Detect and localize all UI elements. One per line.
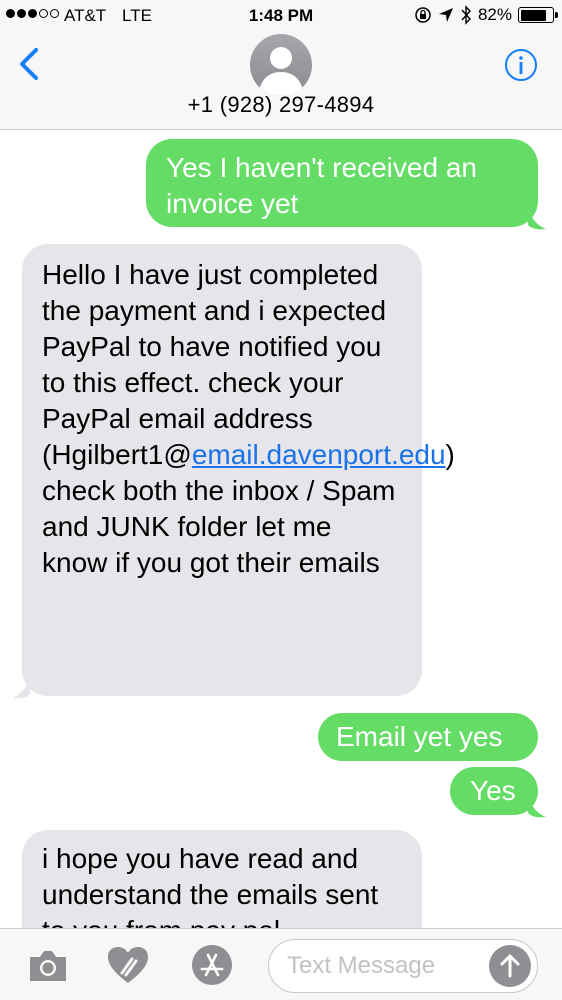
message-text: Yes <box>470 775 516 806</box>
message-input-field[interactable] <box>268 939 538 993</box>
bluetooth-icon <box>461 5 471 25</box>
arrow-up-icon <box>500 954 520 978</box>
sent-message-bubble[interactable]: Yes I haven't received an invoice yet <box>146 139 538 227</box>
bubble-tail <box>528 793 546 818</box>
bubble-tail <box>12 674 30 699</box>
received-message-bubble[interactable]: Hello I have just completed the payment … <box>22 244 455 696</box>
message-input[interactable] <box>287 950 487 982</box>
rotation-lock-icon <box>415 7 431 23</box>
received-message-bubble[interactable]: i hope you have read and understand the … <box>22 830 422 928</box>
battery-percent: 82% <box>477 5 512 24</box>
message-list[interactable]: Yes I haven't received an invoice yet He… <box>0 131 562 928</box>
conversation-header: +1 (928) 297-4894 <box>0 34 562 130</box>
person-silhouette-icon <box>258 47 304 96</box>
compose-bar <box>0 928 562 1000</box>
status-bar: AT&T LTE 1:48 PM 82% <box>0 0 562 34</box>
app-store-icon[interactable] <box>186 943 238 987</box>
contact-number[interactable]: +1 (928) 297-4894 <box>0 92 562 118</box>
sent-message-bubble[interactable]: Yes <box>450 767 538 815</box>
contact-avatar[interactable] <box>250 34 312 96</box>
location-arrow-icon <box>438 8 453 22</box>
message-text: i hope you have read and understand the … <box>42 843 379 928</box>
email-link[interactable]: email.davenport.edu <box>192 439 446 470</box>
message-text: Email yet yes <box>336 721 503 752</box>
battery-icon <box>518 7 558 23</box>
bubble-tail <box>528 205 546 230</box>
sent-message-bubble[interactable]: Email yet yes <box>318 713 538 761</box>
camera-icon[interactable] <box>26 945 70 985</box>
back-button[interactable] <box>14 44 44 84</box>
digital-touch-icon[interactable] <box>106 945 150 985</box>
battery-fill <box>520 9 546 21</box>
info-button[interactable] <box>504 48 538 82</box>
status-icons: 82% <box>414 5 558 25</box>
message-text: Yes I haven't received an invoice yet <box>166 152 477 219</box>
send-button[interactable] <box>489 945 531 987</box>
